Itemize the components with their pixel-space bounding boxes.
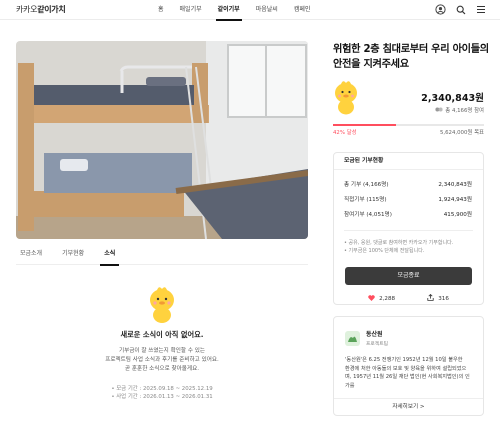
logo[interactable]: 카카오같이가치 bbox=[16, 4, 66, 15]
note-line: • 기부금은 100% 단체에 전달됩니다. bbox=[344, 248, 425, 254]
global-header: 카카오같이가치 홈 매일기부 같이기부 마음날씨 캠페인 bbox=[0, 0, 500, 21]
nav-home[interactable]: 홈 bbox=[150, 0, 172, 20]
note-line: • 공유, 응원, 댓글로 참여하면 카카오가 기부합니다. bbox=[344, 240, 454, 246]
donation-row-total: 총 기부 (4,166명) 2,340,843원 bbox=[334, 181, 483, 190]
progress-percent: 42% 달성 bbox=[333, 130, 357, 136]
organization-card: 동산원 프로젝트팀 '동산원'은 6.25 전쟁기인 1952년 12월 10일… bbox=[333, 316, 484, 416]
campaign-title: 위험한 2층 침대로부터 우리 아이들의 안전을 지켜주세요 bbox=[333, 44, 489, 70]
progress-bar bbox=[333, 124, 484, 126]
desc-line: 곧 훈훈한 소식으로 찾아올게요. bbox=[124, 366, 199, 372]
donation-notes: • 공유, 응원, 댓글로 참여하면 카카오가 기부합니다. • 기부금은 10… bbox=[334, 231, 483, 255]
nav-together-donation[interactable]: 같이기부 bbox=[210, 0, 248, 21]
people-icon bbox=[435, 107, 443, 114]
like-button[interactable]: 2,288 bbox=[368, 294, 395, 303]
campaign-photo bbox=[16, 41, 308, 239]
news-empty-state: 새로운 소식이 아직 없어요. 기부금이 잘 쓰였는지 확인할 수 있는 프로젝… bbox=[16, 285, 308, 401]
tab-news[interactable]: 소식 bbox=[100, 243, 120, 266]
profile-icon[interactable] bbox=[435, 4, 446, 15]
row-value: 1,924,943원 bbox=[438, 197, 472, 203]
share-button[interactable]: 316 bbox=[427, 293, 449, 303]
desc-line: 프로젝트팀 사업 소식과 후기를 준비하고 있어요. bbox=[105, 357, 219, 363]
org-header: 동산원 프로젝트팀 bbox=[334, 317, 483, 347]
raised-amount: 2,340,843원 bbox=[421, 93, 484, 104]
row-value: 2,340,843원 bbox=[438, 182, 472, 188]
donation-row-direct: 직접기부 (115명) 1,924,943원 bbox=[334, 196, 483, 205]
menu-icon[interactable] bbox=[475, 4, 486, 15]
logo-name: 같이가치 bbox=[37, 5, 66, 14]
desc-line: 기부금이 잘 쓰였는지 확인할 수 있는 bbox=[118, 348, 206, 354]
nav-campaign[interactable]: 캠페인 bbox=[286, 0, 319, 20]
donor-count-text: 총 4,166명 참여 bbox=[445, 108, 484, 114]
row-value: 415,900원 bbox=[443, 212, 472, 218]
campaign-summary: 2,340,843원 총 4,166명 참여 bbox=[333, 80, 484, 120]
share-icon bbox=[427, 293, 434, 303]
like-count: 2,288 bbox=[379, 295, 396, 302]
period-info: • 모금 기간 : 2025.09.18 ~ 2025.12.19 • 사업 기… bbox=[16, 385, 308, 401]
detail-tabs: 모금소개 기부현황 소식 bbox=[16, 243, 308, 266]
news-empty-description: 기부금이 잘 쓰였는지 확인할 수 있는 프로젝트팀 사업 소식과 후기를 준비… bbox=[16, 347, 308, 374]
donor-count: 총 4,166명 참여 bbox=[435, 106, 484, 114]
heart-icon bbox=[368, 294, 375, 303]
action-bar: 2,288 316 bbox=[334, 293, 483, 303]
row-label: 직접기부 (115명) bbox=[344, 197, 387, 203]
org-name-block: 동산원 프로젝트팀 bbox=[366, 329, 388, 347]
desc-line: '동산원'은 6.25 전쟁기인 1952년 12월 10일 불우한 bbox=[345, 357, 463, 363]
row-label: 총 기부 (4,166명) bbox=[344, 182, 389, 188]
org-description: '동산원'은 6.25 전쟁기인 1952년 12월 10일 불우한 환경에 처… bbox=[334, 347, 483, 390]
nav-daily-donation[interactable]: 매일기부 bbox=[172, 0, 210, 20]
project-period: • 사업 기간 : 2026.01.13 ~ 2026.01.31 bbox=[111, 394, 213, 400]
org-logo-icon bbox=[345, 330, 360, 346]
goal-amount: 5,624,000원 목표 bbox=[439, 130, 484, 136]
org-name[interactable]: 동산원 bbox=[366, 329, 388, 338]
desc-line: 며, 1957년 11월 26일 재단 법인(현 사회복지법인)의 인가를 bbox=[345, 374, 470, 389]
donation-status-card: 모금된 기부현황 총 기부 (4,166명) 2,340,843원 직접기부 (… bbox=[333, 152, 484, 305]
progress-fill bbox=[333, 124, 397, 126]
donation-status-heading: 모금된 기부현황 bbox=[334, 153, 483, 170]
view-more-button[interactable]: 자세히보기 > bbox=[334, 398, 483, 415]
search-icon[interactable] bbox=[455, 4, 466, 15]
character-illustration bbox=[147, 285, 177, 325]
row-label: 참여기부 (4,051명) bbox=[344, 212, 392, 218]
character-icon bbox=[333, 80, 359, 116]
donation-row-participation: 참여기부 (4,051명) 415,900원 bbox=[334, 211, 483, 220]
tab-introduction[interactable]: 모금소개 bbox=[16, 243, 46, 265]
nav-mind-weather[interactable]: 마음날씨 bbox=[248, 0, 286, 20]
donation-rows: 총 기부 (4,166명) 2,340,843원 직접기부 (115명) 1,9… bbox=[334, 181, 483, 220]
desc-line: 환경에 처한 아동들의 보호 및 양육을 위하여 설립되었으 bbox=[345, 365, 467, 372]
fundraising-ended-button[interactable]: 모금종료 bbox=[345, 267, 472, 285]
fundraising-period: • 모금 기간 : 2025.09.18 ~ 2025.12.19 bbox=[111, 386, 213, 392]
org-role: 프로젝트팀 bbox=[366, 342, 389, 347]
header-icons bbox=[435, 4, 486, 15]
main-nav: 홈 매일기부 같이기부 마음날씨 캠페인 bbox=[150, 0, 319, 21]
logo-prefix: 카카오 bbox=[16, 5, 38, 14]
news-empty-title: 새로운 소식이 아직 없어요. bbox=[120, 330, 204, 339]
share-count: 316 bbox=[438, 295, 449, 302]
tab-donation-status[interactable]: 기부현황 bbox=[58, 243, 88, 265]
